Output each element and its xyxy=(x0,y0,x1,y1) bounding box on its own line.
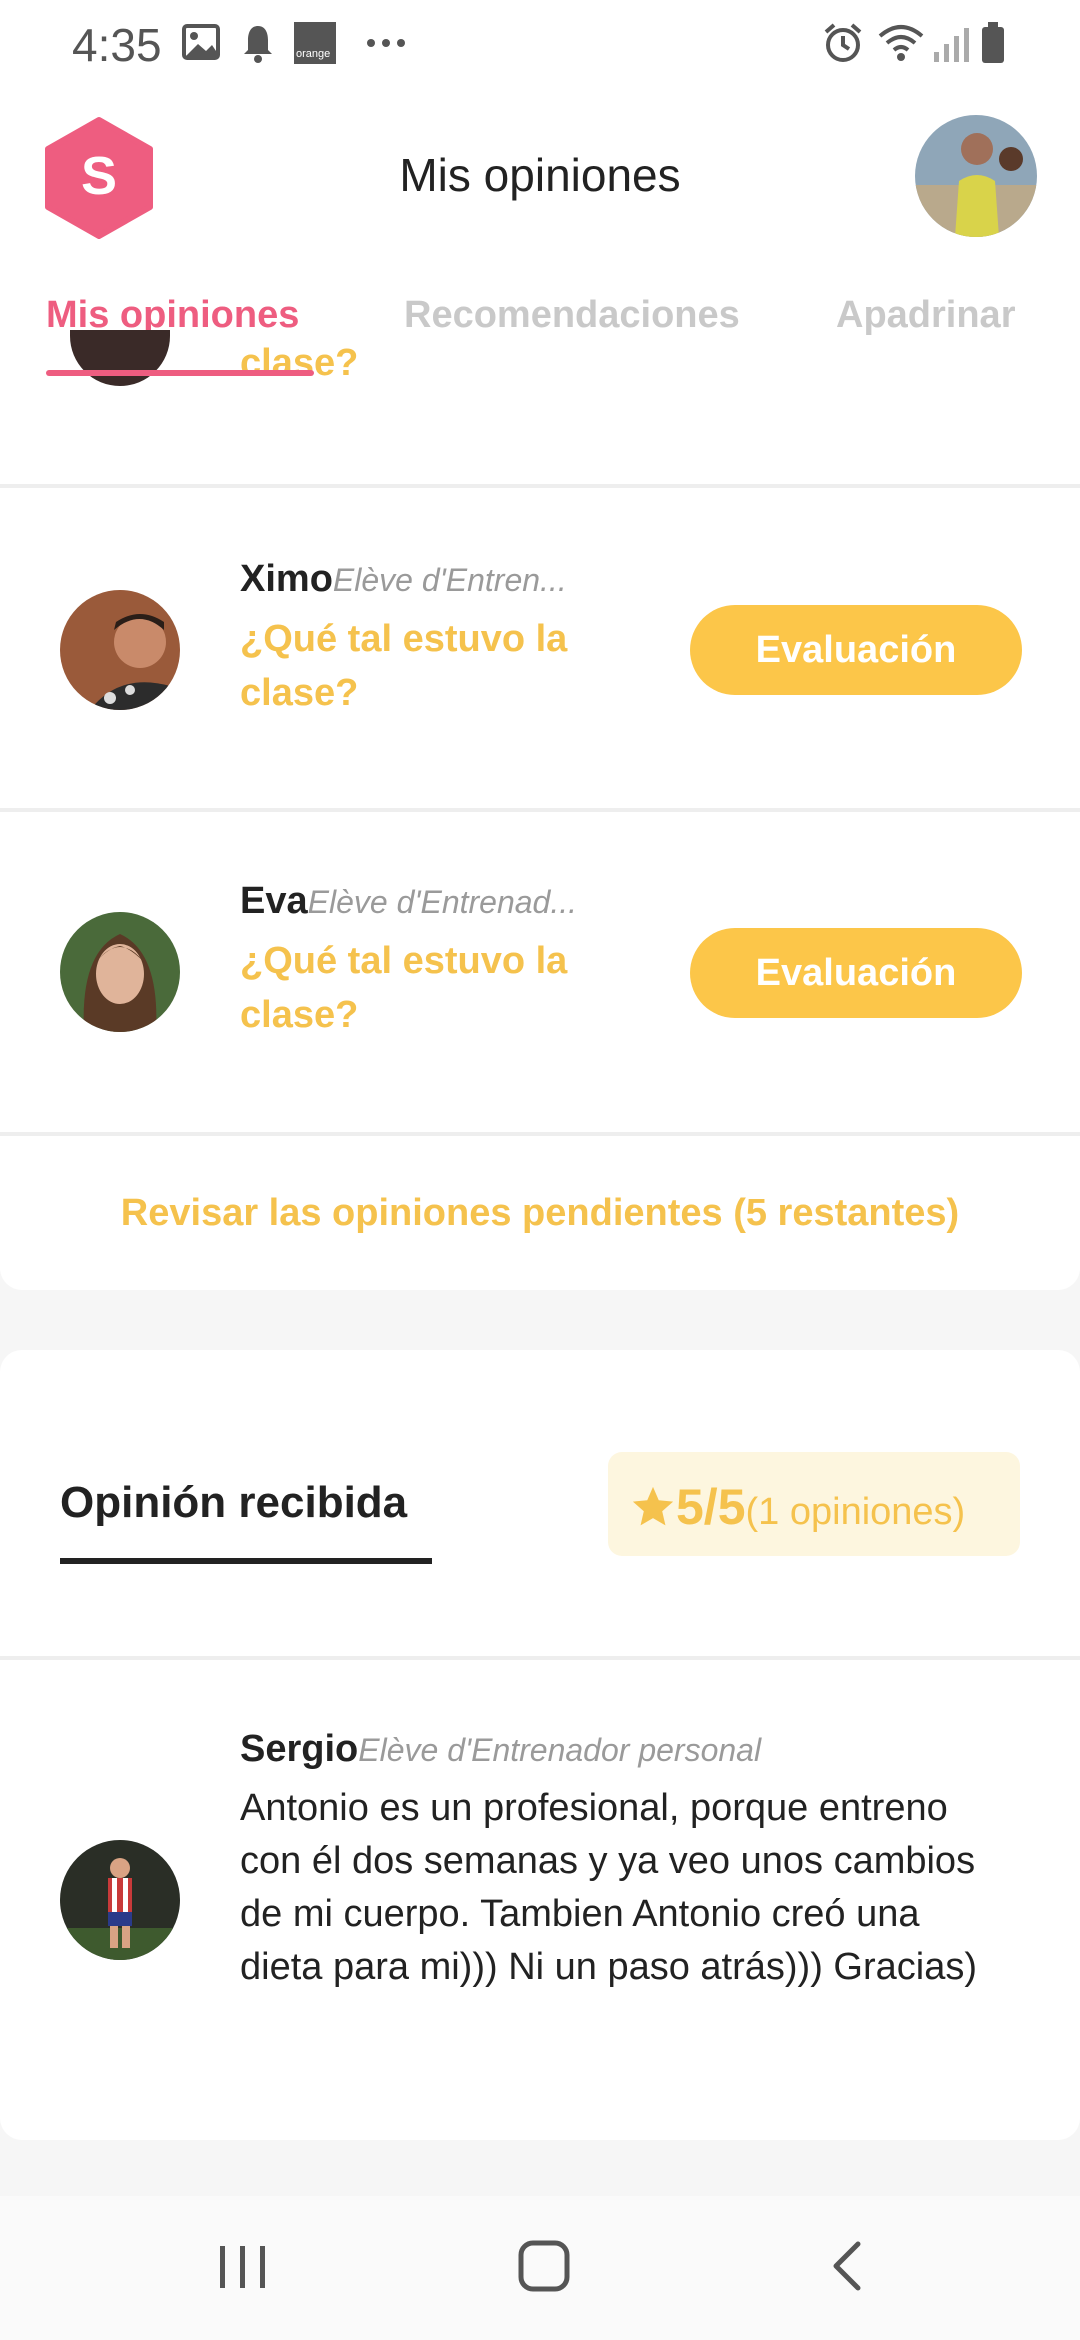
alarm-icon xyxy=(824,23,862,62)
bell-icon xyxy=(244,26,272,63)
reviewer-name: Eva xyxy=(240,880,308,922)
rating-value: 5/5 xyxy=(676,1479,746,1535)
reviewer-role: Elève d'Entrenador personal xyxy=(358,1732,762,1768)
reviewer-name: Sergio xyxy=(240,1728,359,1770)
divider xyxy=(0,1132,1080,1136)
home-icon[interactable] xyxy=(518,2240,570,2292)
status-time: 4:35 xyxy=(72,19,162,71)
evaluate-button-ximo[interactable]: Evaluación xyxy=(690,605,1022,695)
profile-avatar[interactable] xyxy=(915,115,1037,237)
battery-icon xyxy=(982,22,1004,63)
pending-reviews-card xyxy=(0,380,1080,1290)
divider xyxy=(0,484,1080,488)
avatar-sergio xyxy=(60,1840,180,1960)
reviewer-role: Elève d'Entrenad... xyxy=(307,884,578,920)
back-icon[interactable] xyxy=(830,2240,864,2292)
more-dots-icon xyxy=(367,39,405,47)
avatar-ximo xyxy=(60,590,180,710)
evaluate-button-eva[interactable]: Evaluación xyxy=(690,928,1022,1018)
rating-summary: 5/5(1 opiniones) xyxy=(630,1478,965,1536)
section-title-underline xyxy=(60,1558,432,1564)
review-question: ¿Qué tal estuvo la clase? xyxy=(240,940,568,1036)
review-text: Antonio es un profesional, porque entren… xyxy=(240,1787,977,1988)
reviewer-role: Elève d'Entren... xyxy=(332,562,567,598)
avatar-eva xyxy=(60,912,180,1032)
signal-icon xyxy=(934,28,969,62)
divider xyxy=(0,808,1080,812)
list-item: EvaElève d'Entrenad... xyxy=(240,880,577,923)
review-header: SergioElève d'Entrenador personal xyxy=(240,1728,761,1771)
divider xyxy=(0,1656,1080,1660)
review-pending-link[interactable]: Revisar las opiniones pendientes (5 rest… xyxy=(0,1192,1080,1235)
list-item: XimoElève d'Entren... xyxy=(240,558,567,601)
rating-count: (1 opiniones) xyxy=(745,1491,966,1533)
image-icon xyxy=(182,24,220,60)
star-icon xyxy=(632,1486,674,1526)
section-title: Opinión recibida xyxy=(60,1478,408,1527)
wifi-icon xyxy=(878,25,924,61)
recent-apps-icon[interactable] xyxy=(218,2244,268,2290)
status-bar: 4:35 orange xyxy=(0,0,1080,90)
orange-carrier-icon: orange xyxy=(294,22,336,64)
reviewer-name: Ximo xyxy=(240,558,333,600)
review-question: ¿Qué tal estuvo la clase? xyxy=(240,618,568,714)
active-tab-indicator xyxy=(46,370,314,376)
